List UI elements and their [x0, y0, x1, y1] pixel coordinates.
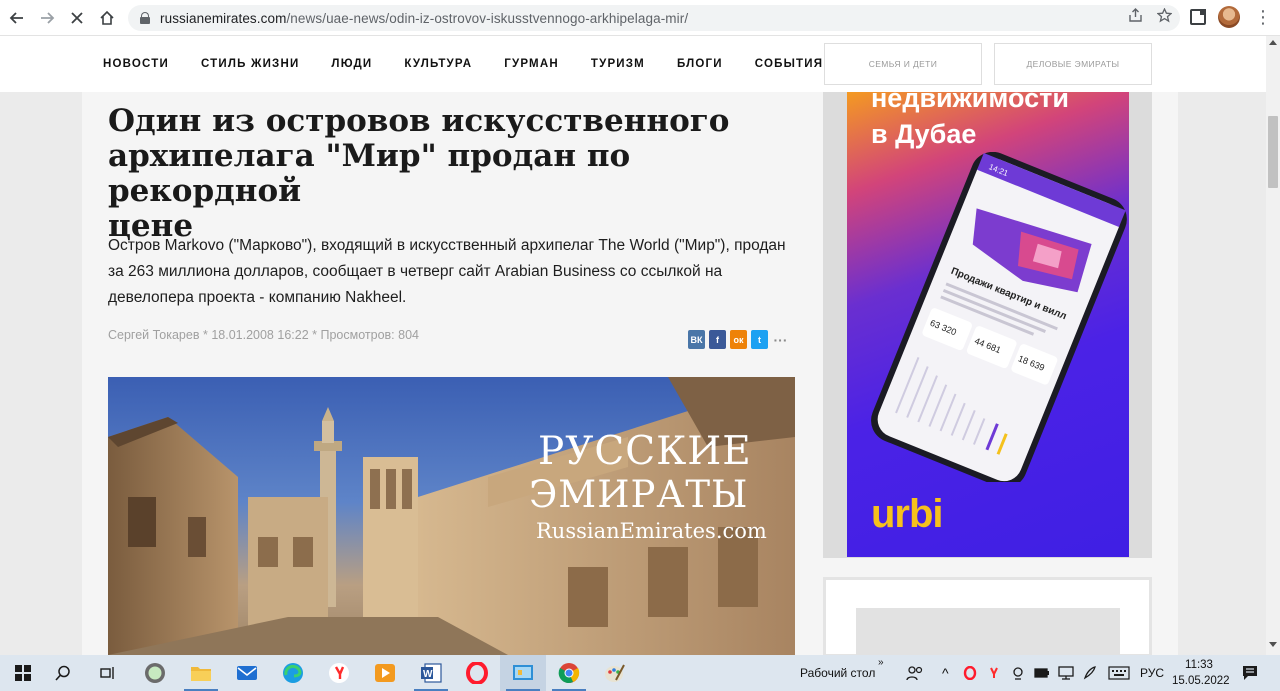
twitter-share-button[interactable]: t	[751, 330, 768, 349]
article-views: Просмотров: 804	[320, 328, 419, 342]
more-share-button[interactable]: ···	[772, 330, 789, 349]
media-player-icon[interactable]	[362, 655, 408, 691]
hero-brand-site: RussianEmirates.com	[536, 519, 767, 543]
article-lead: Остров Markovo ("Марково"), входящий в и…	[108, 237, 786, 306]
nav-item-tourism[interactable]: ТУРИЗМ	[591, 58, 645, 70]
edge-browser-icon[interactable]	[270, 655, 316, 691]
forward-arrow-icon[interactable]	[32, 3, 62, 33]
back-arrow-icon[interactable]	[2, 3, 32, 33]
article-hero-image	[108, 377, 795, 655]
stop-loading-icon[interactable]	[62, 3, 92, 33]
odnoklassniki-share-button[interactable]: ок	[730, 330, 747, 349]
task-view-icon[interactable]	[85, 655, 131, 691]
bookmark-star-icon[interactable]	[1156, 7, 1173, 27]
old-dubai-buildings-illustration	[108, 377, 795, 655]
nav-item-blogs[interactable]: БЛОГИ	[677, 58, 723, 70]
hero-brand-line-1: РУССКИЕ	[538, 429, 752, 474]
desktop-toolbar-label[interactable]: Рабочий стол	[800, 655, 875, 691]
clock-time: 11:33	[1185, 659, 1213, 671]
nav-item-culture[interactable]: КУЛЬТУРА	[404, 58, 472, 70]
notifications-icon[interactable]	[1232, 655, 1268, 691]
network-icon[interactable]	[1054, 655, 1078, 691]
pen-tray-icon[interactable]	[1078, 655, 1102, 691]
lock-icon[interactable]	[140, 12, 150, 24]
scroll-thumb[interactable]	[1268, 116, 1278, 188]
share-page-icon[interactable]	[1128, 8, 1143, 27]
meta-separator: *	[202, 328, 208, 342]
nav-item-people[interactable]: ЛЮДИ	[331, 58, 372, 70]
sidebar-second-ad	[823, 577, 1152, 660]
ad-headline-line-2: в Дубае	[871, 119, 977, 149]
tray-expand-chevron-icon[interactable]: ^	[942, 655, 949, 691]
family-kids-button[interactable]: СЕМЬЯ И ДЕТИ	[824, 43, 982, 85]
ad-headline-line-1: недвижимости	[871, 92, 1069, 113]
business-emirates-button[interactable]: ДЕЛОВЫЕ ЭМИРАТЫ	[994, 43, 1152, 85]
nav-item-lifestyle[interactable]: СТИЛЬ ЖИЗНИ	[201, 58, 299, 70]
nav-item-events[interactable]: СОБЫТИЯ	[755, 58, 823, 70]
file-explorer-icon[interactable]	[178, 655, 224, 691]
meta-separator: *	[312, 328, 318, 342]
hero-brand-line-2: ЭМИРАТЫ	[529, 473, 749, 516]
webcam-tray-icon[interactable]	[1006, 655, 1030, 691]
home-icon[interactable]	[92, 3, 122, 33]
paint-icon[interactable]	[592, 655, 638, 691]
control-panel-icon[interactable]	[500, 655, 546, 691]
url-domain: russianemirates.com	[160, 10, 287, 26]
title-line-2: архипелага "Мир" продан по рекордной	[108, 138, 631, 209]
url-text: russianemirates.com/news/uae-news/odin-i…	[160, 11, 688, 26]
opera-icon[interactable]	[454, 655, 500, 691]
svg-text:W: W	[423, 669, 433, 680]
article-meta: Сергей Токарев * 18.01.2008 16:22 * Прос…	[108, 328, 419, 342]
article-date: 18.01.2008 16:22	[211, 328, 309, 342]
url-path: /news/uae-news/odin-iz-ostrovov-iskusstv…	[286, 10, 689, 26]
mail-icon[interactable]	[224, 655, 270, 691]
ad-phone-mockup: 14:21 Продажи квартир и вилл 63 320 44 6…	[871, 152, 1127, 482]
nav-item-news[interactable]: НОВОСТИ	[103, 58, 169, 70]
ad-placeholder	[856, 608, 1120, 660]
chrome-icon[interactable]	[546, 655, 592, 691]
sidebar-ad-banner[interactable]: недвижимости в Дубае 14:21 Продажи кварт…	[847, 92, 1129, 557]
opera-tray-icon[interactable]	[958, 655, 982, 691]
facebook-share-button[interactable]: f	[709, 330, 726, 349]
browser-toolbar: russianemirates.com/news/uae-news/odin-i…	[0, 0, 1280, 36]
address-bar[interactable]: russianemirates.com/news/uae-news/odin-i…	[128, 5, 1180, 31]
battery-icon[interactable]	[1030, 655, 1054, 691]
extensions-icon[interactable]	[1190, 9, 1206, 25]
browser-menu-icon[interactable]: ⋮	[1254, 6, 1272, 28]
site-header: НОВОСТИ СТИЛЬ ЖИЗНИ ЛЮДИ КУЛЬТУРА ГУРМАН…	[0, 36, 1266, 92]
yandex-browser-icon[interactable]	[316, 655, 362, 691]
profile-avatar[interactable]	[1218, 6, 1240, 28]
windows-taskbar: W Рабочий стол » ^ РУС 11:33 15.05.2022	[0, 655, 1280, 691]
word-icon[interactable]: W	[408, 655, 454, 691]
app-circle-icon[interactable]	[132, 655, 178, 691]
ad-headline: недвижимости в Дубае	[871, 92, 1069, 152]
scroll-up-arrow-icon[interactable]	[1269, 40, 1277, 45]
article-title: Один из островов искусственного архипела…	[108, 104, 798, 244]
taskbar-clock[interactable]: 11:33 15.05.2022	[1172, 657, 1230, 689]
share-buttons: ВК f ок t ···	[688, 330, 789, 349]
page-scrollbar[interactable]	[1266, 36, 1280, 655]
input-language-indicator[interactable]: РУС	[1140, 655, 1164, 691]
title-line-1: Один из островов искусственного	[108, 103, 730, 139]
scroll-down-arrow-icon[interactable]	[1269, 642, 1277, 647]
clock-date: 15.05.2022	[1172, 675, 1230, 687]
keyboard-icon[interactable]	[1104, 655, 1134, 691]
toolbar-expand-icon[interactable]: »	[878, 655, 884, 691]
vk-share-button[interactable]: ВК	[688, 330, 705, 349]
urbi-logo: urbi	[871, 492, 944, 536]
nav-item-gourmet[interactable]: ГУРМАН	[504, 58, 559, 70]
yandex-tray-icon[interactable]	[982, 655, 1006, 691]
people-icon[interactable]	[893, 655, 937, 691]
article-author[interactable]: Сергей Токарев	[108, 328, 199, 342]
search-icon[interactable]	[40, 655, 86, 691]
main-nav: НОВОСТИ СТИЛЬ ЖИЗНИ ЛЮДИ КУЛЬТУРА ГУРМАН…	[103, 36, 823, 92]
